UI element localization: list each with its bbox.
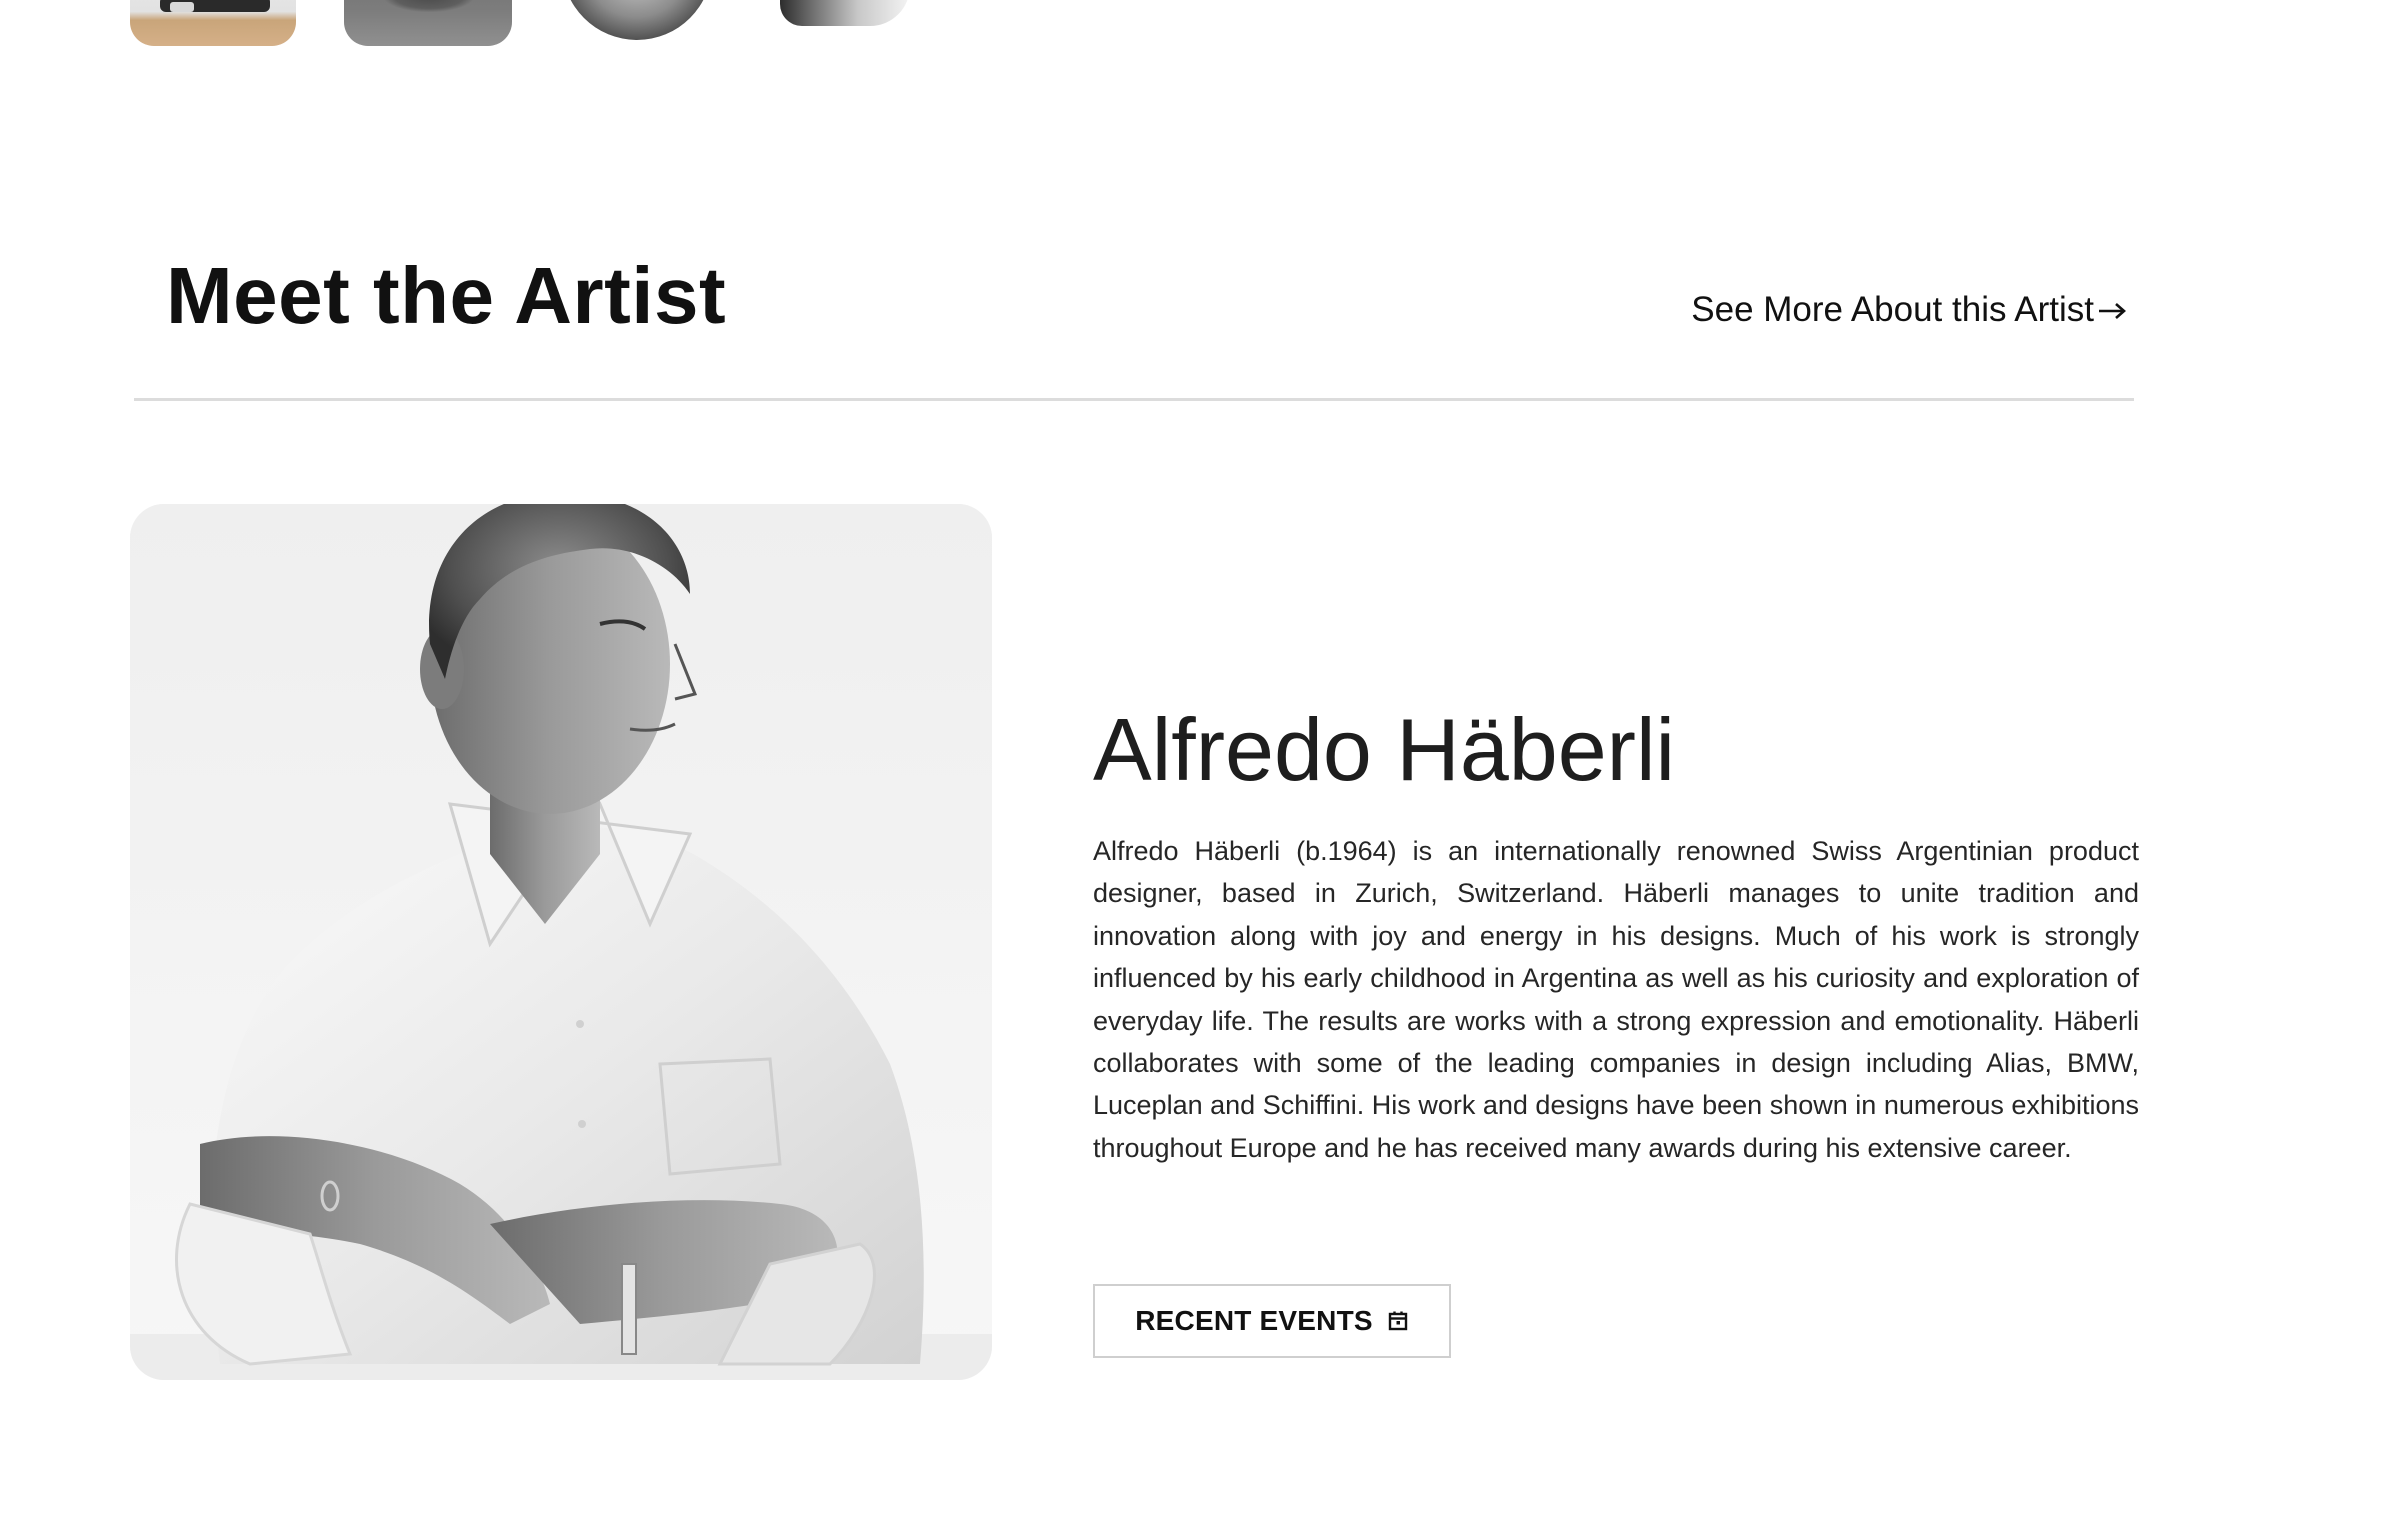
metal-bowl-thumbnail[interactable]: [770, 0, 950, 46]
arrow-right-icon: [2098, 293, 2128, 327]
thumbnail-object: [780, 0, 910, 26]
thumbnail-object-detail: [170, 2, 194, 12]
section-divider: [134, 398, 2134, 401]
thumbnail-object: [384, 0, 474, 12]
thumbnail-object: [562, 0, 712, 40]
see-more-about-artist-link[interactable]: See More About this Artist: [1691, 290, 2128, 330]
glass-bowl-thumbnail[interactable]: [550, 0, 730, 46]
recent-events-label: RECENT EVENTS: [1135, 1305, 1373, 1336]
section-title: Meet the Artist: [166, 251, 727, 340]
calendar-icon: [1387, 1310, 1409, 1332]
studio-photo-thumbnail[interactable]: [130, 0, 296, 46]
artist-portrait-photo: [130, 504, 992, 1380]
dark-bowl-thumbnail[interactable]: [344, 0, 512, 46]
see-more-label: See More About this Artist: [1691, 290, 2094, 329]
recent-events-button[interactable]: RECENT EVENTS: [1093, 1284, 1451, 1358]
artist-name: Alfredo Häberli: [1093, 700, 1676, 799]
artist-bio: Alfredo Häberli (b.1964) is an internati…: [1093, 836, 2139, 1163]
gallery-thumbnail-strip: [130, 0, 950, 46]
